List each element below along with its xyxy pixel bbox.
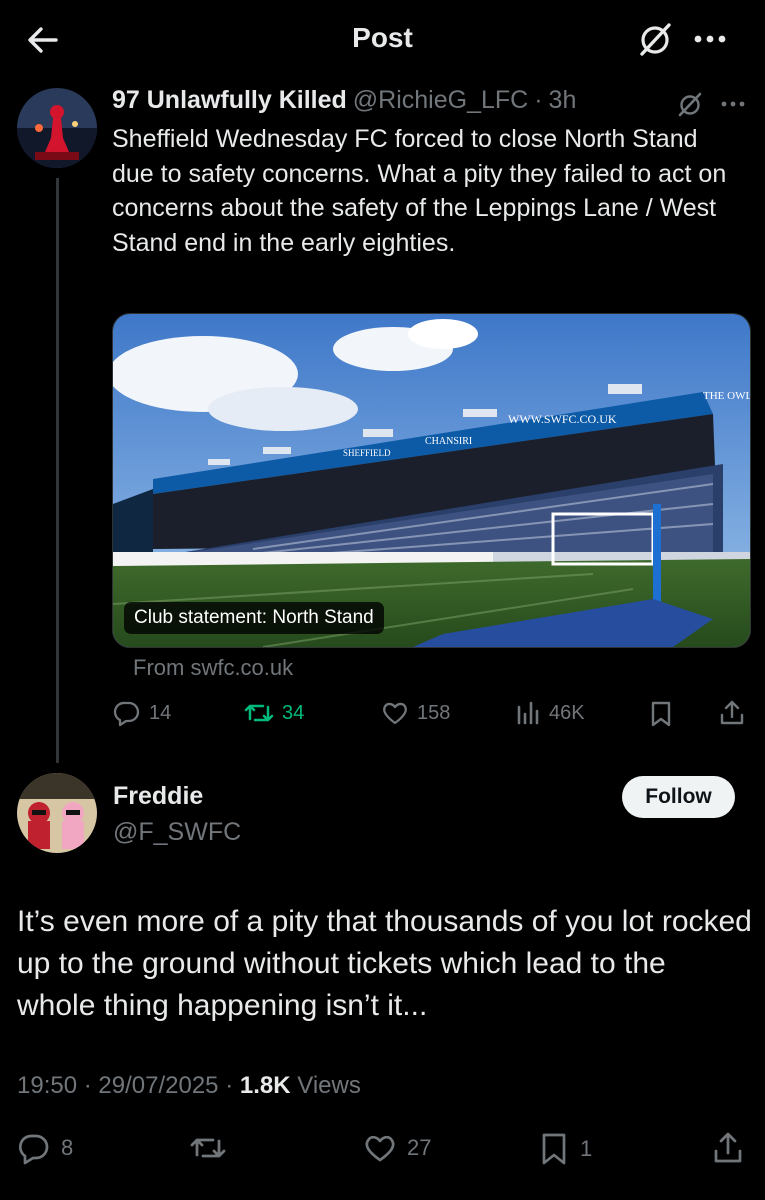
- display-name[interactable]: 97 Unlawfully Killed: [112, 86, 347, 115]
- card-caption: Club statement: North Stand: [124, 602, 384, 634]
- card-source[interactable]: From swfc.co.uk: [133, 655, 293, 681]
- like-count: 158: [417, 701, 451, 724]
- bookmark-icon: [651, 701, 671, 727]
- repost-icon: [190, 1138, 226, 1158]
- like-count: 27: [407, 1135, 432, 1160]
- views-count: 46K: [549, 701, 585, 724]
- thread-line: [56, 178, 59, 763]
- more-icon: [721, 101, 745, 107]
- avatar-image: [17, 773, 97, 853]
- top-bar: Post: [0, 0, 765, 78]
- bookmark-icon: [542, 1133, 566, 1165]
- views-label: Views: [297, 1072, 361, 1099]
- grok-button[interactable]: [676, 90, 704, 123]
- repost-button[interactable]: 34: [244, 699, 304, 727]
- post-time[interactable]: 3h: [549, 86, 577, 115]
- bookmark-button[interactable]: [648, 699, 674, 734]
- post-more-button[interactable]: [718, 92, 748, 121]
- views-count: 1.8K: [239, 1072, 291, 1099]
- reply-count: 8: [61, 1135, 74, 1160]
- post-header: 97 Unlawfully Killed @RichieG_LFC · 3h: [112, 86, 576, 115]
- post-text: It’s even more of a pity that thousands …: [17, 905, 752, 1022]
- display-name[interactable]: Freddie: [113, 782, 203, 811]
- stadium-sign: SHEFFIELD: [343, 448, 391, 458]
- share-icon: [714, 1132, 742, 1163]
- follow-button[interactable]: Follow: [622, 776, 735, 818]
- reply-button[interactable]: 8: [17, 1131, 73, 1165]
- analytics-icon: [517, 701, 539, 725]
- grok-icon: [678, 92, 702, 117]
- link-card[interactable]: WWW.SWFC.CO.UK THE OWLS CHANSIRI SHEFFIE…: [112, 313, 751, 648]
- share-icon: [720, 700, 744, 725]
- grok-icon: [640, 23, 671, 56]
- handle[interactable]: @RichieG_LFC: [353, 86, 528, 115]
- repost-button[interactable]: [190, 1131, 226, 1165]
- like-button[interactable]: 27: [363, 1131, 431, 1165]
- more-options-button[interactable]: [690, 22, 730, 56]
- more-icon: [694, 35, 726, 43]
- share-button[interactable]: [717, 698, 747, 733]
- reply-count: 14: [149, 701, 172, 724]
- avatar[interactable]: [17, 773, 97, 853]
- avatar-image: [17, 88, 97, 168]
- reply-icon: [18, 1134, 49, 1165]
- heart-icon: [365, 1135, 395, 1162]
- grok-button[interactable]: [636, 20, 674, 58]
- repost-icon: [244, 704, 274, 722]
- post-date[interactable]: 29/07/2025: [98, 1072, 218, 1099]
- stadium-image: WWW.SWFC.CO.UK THE OWLS CHANSIRI SHEFFIE…: [113, 314, 750, 647]
- handle[interactable]: @F_SWFC: [113, 818, 241, 847]
- bookmark-count: 1: [580, 1136, 593, 1161]
- stadium-sign: THE OWLS: [703, 390, 750, 402]
- like-button[interactable]: 158: [381, 699, 450, 727]
- post-time[interactable]: 19:50: [17, 1072, 77, 1099]
- repost-count: 34: [282, 701, 305, 724]
- stadium-sign: WWW.SWFC.CO.UK: [508, 412, 617, 426]
- reply-icon: [113, 701, 140, 727]
- separator: ·: [534, 86, 543, 114]
- stadium-sign: CHANSIRI: [425, 436, 472, 447]
- views-button[interactable]: 46K: [515, 699, 585, 727]
- bookmark-button[interactable]: 1: [538, 1131, 592, 1167]
- reply-button[interactable]: 14: [113, 699, 171, 727]
- post-meta: 19:50 · 29/07/2025 · 1.8K Views: [17, 1072, 361, 1099]
- heart-icon: [383, 702, 407, 725]
- post-text: Sheffield Wednesday FC forced to close N…: [112, 125, 727, 257]
- avatar[interactable]: [17, 88, 97, 168]
- share-button[interactable]: [710, 1130, 746, 1166]
